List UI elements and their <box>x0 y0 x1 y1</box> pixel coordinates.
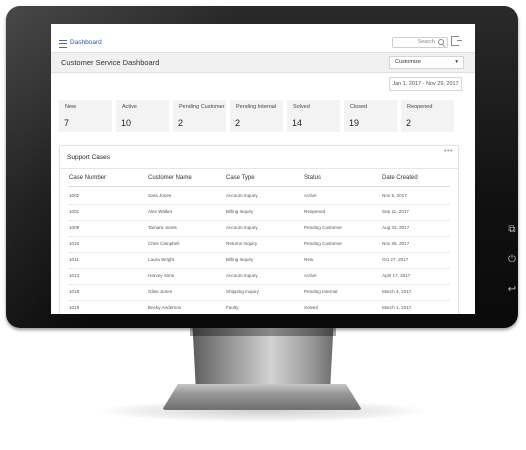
kpi-card-new[interactable]: New 7 <box>59 100 112 132</box>
top-nav-bar: Dashboard Search <box>51 24 475 53</box>
kpi-card-solved[interactable]: Solved 14 <box>287 100 340 132</box>
more-icon[interactable]: ••• <box>444 148 453 155</box>
table-cell: Pending Internal <box>304 289 338 294</box>
table-cell: Reopened <box>304 209 326 214</box>
table-row[interactable]: 1010 Chris Campbell Returns Inquiry Pend… <box>68 236 450 253</box>
table-cell: Sara Jones <box>148 193 172 198</box>
table-cell: Billing Inquiry <box>226 209 254 214</box>
search-placeholder: Search <box>417 39 435 45</box>
table-cell: Account Inquiry <box>226 273 258 278</box>
caret-down-icon: ▾ <box>455 59 458 65</box>
kpi-label: Reopened <box>407 104 433 110</box>
table-row[interactable]: 1009 Tamara Jones Account Inquiry Pendin… <box>68 220 450 237</box>
kpi-label: Active <box>122 104 137 110</box>
table-cell: Returns Inquiry <box>226 241 258 246</box>
kpi-value: 10 <box>121 118 132 128</box>
table-row[interactable]: 1019 Becky Anderson Faulty Solved March … <box>68 300 450 314</box>
table-cell: Billing Inquiry <box>226 257 254 262</box>
kpi-value: 19 <box>349 118 360 128</box>
kpi-label: Closed <box>350 104 368 110</box>
kpi-card-reopened[interactable]: Reopened 2 <box>401 100 454 132</box>
table-cell: Shipping Inquiry <box>226 289 259 294</box>
table-cell: 1011 <box>69 257 79 262</box>
table-cell: 1018 <box>69 289 80 294</box>
neck-shadow <box>190 328 336 336</box>
kpi-card-closed[interactable]: Closed 19 <box>344 100 397 132</box>
table-cell: Sep 11, 2017 <box>382 209 409 214</box>
kpi-value: 2 <box>235 118 241 128</box>
table-cell: March 1, 2017 <box>382 305 412 310</box>
kpi-card-pending-customer[interactable]: Pending Customer 2 <box>173 100 226 132</box>
nav-dashboard-link[interactable]: Dashboard <box>70 39 102 46</box>
table-row[interactable]: 1011 Laura Wright Billing Inquiry New Oc… <box>68 252 450 269</box>
table-cell: Tamara Jones <box>148 225 177 230</box>
search-input[interactable]: Search <box>392 37 448 48</box>
customize-dropdown[interactable]: Customize ▾ <box>389 56 464 69</box>
table-cell: Laura Wright <box>148 257 175 262</box>
column-header[interactable]: Status <box>304 175 321 181</box>
table-cell: Pending Customer <box>304 225 343 230</box>
kpi-label: Pending Customer <box>179 104 225 110</box>
kpi-card-active[interactable]: Active 10 <box>116 100 169 132</box>
table-cell: 1002 <box>69 193 80 198</box>
table-cell: Solved <box>304 305 319 310</box>
search-icon[interactable] <box>438 39 444 45</box>
kpi-label: Solved <box>293 104 310 110</box>
table-cell: Alex Walker <box>148 209 173 214</box>
window-icon: ⧉ <box>508 224 516 235</box>
back-icon: ↩ <box>507 284 517 295</box>
table-cell: Becky Anderson <box>148 305 182 310</box>
page-title: Customer Service Dashboard <box>61 58 160 67</box>
table-row[interactable]: 1018 Giles Jones Shipping Inquiry Pendin… <box>68 284 450 301</box>
hamburger-icon[interactable] <box>59 40 67 48</box>
table-cell: March 4, 2017 <box>382 289 412 294</box>
monitor-neck <box>192 328 334 388</box>
kpi-value: 14 <box>292 118 303 128</box>
date-range-picker[interactable]: Jan 1, 2017 - Nov 29, 2017 <box>389 77 462 91</box>
power-icon: ⏻ <box>508 254 516 265</box>
table-cell: 1010 <box>69 241 80 246</box>
table-cell: April 17, 2017 <box>382 273 411 278</box>
card-title: Support Cases <box>67 154 110 161</box>
signout-icon[interactable] <box>451 36 462 46</box>
column-header[interactable]: Customer Name <box>148 175 192 181</box>
divider <box>60 168 458 169</box>
table-row[interactable]: 1002 Sara Jones Account Inquiry Active N… <box>68 188 450 205</box>
support-cases-card: Support Cases ••• Case Number Customer N… <box>59 145 459 314</box>
table-cell: Active <box>304 273 317 278</box>
table-cell: New <box>304 257 314 262</box>
table-cell: 1013 <box>69 273 80 278</box>
table-row[interactable]: 1001 Alex Walker Billing Inquiry Reopene… <box>68 204 450 221</box>
column-header[interactable]: Case Number <box>69 175 106 181</box>
column-header[interactable]: Date Created <box>382 175 418 181</box>
table-cell: 1001 <box>69 209 80 214</box>
table-cell: 1009 <box>69 225 80 230</box>
table-cell: Nov 5, 2017 <box>382 193 407 198</box>
screen: Dashboard Search Customer Service Dashbo… <box>51 24 475 314</box>
table-cell: Faulty <box>226 305 239 310</box>
kpi-label: New <box>65 104 77 110</box>
table-cell: 1019 <box>69 305 80 310</box>
table-cell: Nov 26, 2017 <box>382 241 410 246</box>
table-row[interactable]: 1013 Harvey Sims Account Inquiry Active … <box>68 268 450 285</box>
customize-label: Customize <box>395 59 421 65</box>
divider <box>68 186 450 187</box>
table-cell: Active <box>304 193 317 198</box>
table-cell: Aug 23, 2017 <box>382 225 410 230</box>
monitor-base <box>162 384 362 410</box>
kpi-value: 7 <box>64 118 70 128</box>
table-cell: Oct 27, 2017 <box>382 257 409 262</box>
table-cell: Pending Customer <box>304 241 343 246</box>
table-cell: Chris Campbell <box>148 241 180 246</box>
kpi-value: 2 <box>406 118 412 128</box>
table-cell: Account Inquiry <box>226 225 258 230</box>
column-header[interactable]: Case Type <box>226 175 255 181</box>
kpi-card-pending-internal[interactable]: Pending Internal 2 <box>230 100 283 132</box>
table-cell: Giles Jones <box>148 289 173 294</box>
kpi-label: Pending Internal <box>236 104 277 110</box>
table-cell: Account Inquiry <box>226 193 258 198</box>
table-cell: Harvey Sims <box>148 273 175 278</box>
kpi-value: 2 <box>178 118 184 128</box>
